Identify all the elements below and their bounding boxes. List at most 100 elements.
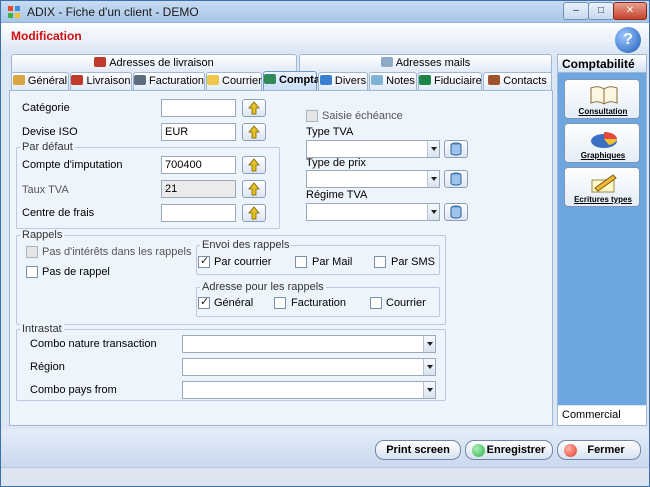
- region-combo[interactable]: [182, 358, 436, 376]
- status-bar: [1, 467, 649, 486]
- arrow-up-icon: [248, 206, 260, 220]
- help-icon[interactable]: ?: [615, 27, 641, 53]
- tab-divers[interactable]: Divers: [318, 72, 368, 91]
- chevron-down-icon[interactable]: [427, 171, 439, 187]
- chevron-down-icon[interactable]: [427, 204, 439, 220]
- taux-label: Taux TVA: [22, 184, 69, 196]
- mode-label: Modification: [11, 29, 82, 43]
- chevron-down-icon[interactable]: [423, 382, 435, 398]
- saisie-echeance-label: Saisie échéance: [322, 110, 403, 122]
- chevron-down-icon[interactable]: [423, 359, 435, 375]
- pays-label: Combo pays from: [30, 384, 117, 396]
- pie-chart-icon: [591, 132, 617, 148]
- par-sms-label: Par SMS: [391, 256, 436, 268]
- graphiques-button[interactable]: Graphiques: [564, 123, 640, 163]
- devise-input[interactable]: EUR: [161, 123, 236, 141]
- compte-label: Compte d'imputation: [22, 159, 123, 171]
- graphiques-label: Graphiques: [580, 151, 626, 160]
- consultation-button[interactable]: Consultation: [564, 79, 640, 119]
- general-label: Général: [214, 297, 254, 309]
- general-checkbox[interactable]: [198, 295, 210, 309]
- categorie-label: Catégorie: [22, 102, 70, 114]
- mode-header: Modification: [1, 23, 649, 53]
- par-courrier-checkbox[interactable]: [198, 254, 210, 268]
- database-icon: [450, 142, 462, 156]
- type-prix-combo[interactable]: [306, 170, 440, 188]
- categorie-input[interactable]: [161, 99, 236, 117]
- ecritures-types-label: Ecritures types: [574, 195, 632, 204]
- tab-facturation[interactable]: Facturation: [133, 72, 205, 91]
- pas-de-rappel-checkbox[interactable]: [26, 266, 38, 278]
- type-tva-combo[interactable]: [306, 140, 440, 158]
- accounting-icon: [264, 74, 276, 84]
- chevron-down-icon[interactable]: [427, 141, 439, 157]
- arrow-up-icon: [248, 125, 260, 139]
- pays-combo[interactable]: [182, 381, 436, 399]
- ecritures-types-button[interactable]: Ecritures types: [564, 167, 640, 207]
- save-icon: [472, 444, 485, 457]
- database-icon: [450, 205, 462, 219]
- devise-label: Devise ISO: [22, 126, 78, 138]
- enregistrer-button[interactable]: Enregistrer: [465, 440, 553, 460]
- type-tva-lookup-button[interactable]: [444, 140, 468, 158]
- courrier-label: Courrier: [386, 297, 426, 309]
- par-mail-checkbox[interactable]: [295, 256, 307, 268]
- compte-lookup-button[interactable]: [242, 156, 266, 174]
- categorie-lookup-button[interactable]: [242, 99, 266, 117]
- nature-combo[interactable]: [182, 335, 436, 353]
- truck-icon: [71, 75, 84, 85]
- courrier-checkbox[interactable]: [370, 297, 382, 309]
- tab-fiduciaire[interactable]: Fiduciaire: [418, 72, 482, 91]
- tab-notes[interactable]: Notes: [369, 72, 417, 91]
- centre-label: Centre de frais: [22, 207, 95, 219]
- mail-icon: [380, 57, 393, 67]
- compta-panel: Catégorie Devise ISO EUR Par défaut Comp…: [9, 90, 553, 426]
- tab-courrier[interactable]: Courrier: [206, 72, 262, 91]
- pas-interets-checkbox[interactable]: [26, 246, 38, 258]
- pas-de-rappel-label: Pas de rappel: [42, 266, 110, 278]
- par-mail-label: Par Mail: [312, 256, 353, 268]
- regime-tva-combo[interactable]: [306, 203, 440, 221]
- tab-contacts[interactable]: Contacts: [483, 72, 552, 91]
- sidebar-title[interactable]: Comptabilité: [558, 55, 646, 73]
- sidebar-commercial[interactable]: Commercial: [558, 406, 646, 425]
- tab-compta[interactable]: Compta: [263, 71, 320, 91]
- tab-adresses-mails[interactable]: Adresses mails: [299, 54, 552, 73]
- pas-interets-label: Pas d'intérêts dans les rappels: [42, 246, 192, 258]
- type-prix-lookup-button[interactable]: [444, 170, 468, 188]
- database-icon: [450, 172, 462, 186]
- taux-input[interactable]: 21: [161, 180, 236, 198]
- tab-adresses-livraison[interactable]: Adresses de livraison: [11, 54, 297, 73]
- general-icon: [12, 75, 25, 85]
- par-sms-checkbox[interactable]: [374, 256, 386, 268]
- fermer-button[interactable]: Fermer: [557, 440, 641, 460]
- devise-lookup-button[interactable]: [242, 123, 266, 141]
- regime-tva-label: Régime TVA: [306, 189, 368, 201]
- adresse-rappels-title: Adresse pour les rappels: [200, 281, 326, 293]
- region-label: Région: [30, 361, 65, 373]
- rappels-title: Rappels: [20, 229, 65, 241]
- chevron-down-icon[interactable]: [423, 336, 435, 352]
- compte-input[interactable]: 700400: [161, 156, 236, 174]
- par-defaut-title: Par défaut: [20, 141, 75, 153]
- centre-lookup-button[interactable]: [242, 204, 266, 222]
- taux-lookup-button[interactable]: [242, 180, 266, 198]
- nature-label: Combo nature transaction: [30, 338, 157, 350]
- facturation-checkbox[interactable]: [274, 297, 286, 309]
- tab-livraison[interactable]: Livraison: [70, 72, 132, 91]
- sidebar-body: Consultation Graphiques Ecritures types: [558, 73, 646, 405]
- intrastat-title: Intrastat: [20, 323, 64, 335]
- notes-icon: [371, 75, 384, 85]
- saisie-echeance-checkbox[interactable]: [306, 110, 318, 122]
- contacts-icon: [488, 75, 501, 85]
- print-screen-button[interactable]: Print screen: [375, 440, 461, 460]
- fiduciary-icon: [419, 75, 431, 85]
- facturation-label: Facturation: [291, 297, 347, 309]
- regime-tva-lookup-button[interactable]: [444, 203, 468, 221]
- close-window-button[interactable]: ✕: [613, 2, 647, 20]
- arrow-up-icon: [248, 182, 260, 196]
- maximize-button[interactable]: □: [588, 2, 614, 20]
- minimize-button[interactable]: –: [563, 2, 589, 20]
- centre-input[interactable]: [161, 204, 236, 222]
- tab-general[interactable]: Général: [11, 72, 69, 91]
